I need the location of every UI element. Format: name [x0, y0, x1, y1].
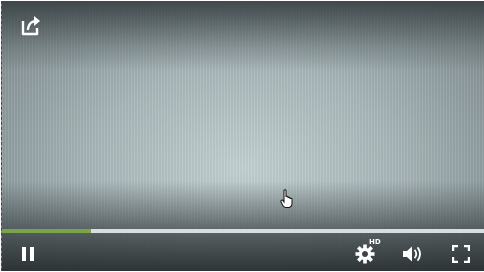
progress-bar[interactable]: [2, 229, 484, 233]
control-bar: HD: [2, 237, 484, 271]
share-icon: [21, 16, 40, 36]
top-gradient-overlay: [2, 1, 484, 71]
volume-icon: [403, 246, 421, 262]
progress-played: [2, 229, 92, 233]
hd-badge: HD: [369, 238, 381, 246]
volume-button[interactable]: [400, 241, 426, 267]
fullscreen-button[interactable]: [448, 241, 474, 267]
gear-icon: [355, 244, 375, 264]
hand-pointer-icon: [280, 189, 294, 209]
share-button[interactable]: [19, 13, 43, 37]
video-player[interactable]: HD: [1, 1, 484, 271]
pause-icon: [22, 247, 34, 261]
settings-button[interactable]: HD: [352, 238, 381, 267]
fullscreen-icon: [452, 245, 470, 263]
pause-button[interactable]: [15, 241, 41, 267]
